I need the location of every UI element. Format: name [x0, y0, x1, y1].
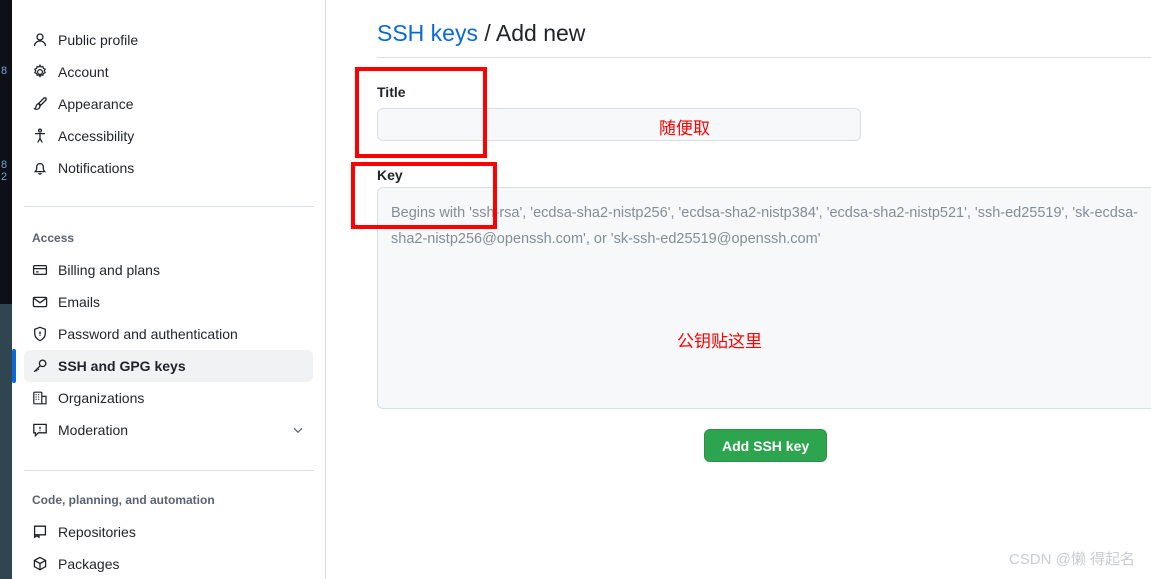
sidebar-item-notifications[interactable]: Notifications [24, 152, 313, 184]
csdn-watermark: CSDN @懒 得起名 [1008, 551, 1135, 568]
strip-glyph-3: 2 [1, 172, 8, 183]
title-input[interactable] [377, 108, 861, 141]
organization-icon [32, 390, 48, 406]
sidebar-item-label: Public profile [58, 32, 139, 48]
repo-icon [32, 524, 48, 540]
sidebar-item-moderation[interactable]: Moderation [24, 414, 313, 446]
paintbrush-icon [32, 96, 48, 112]
package-icon [32, 556, 48, 572]
settings-sidebar: Public profile Account Appearance Access… [12, 0, 326, 579]
strip-glyph-2: 8 [1, 160, 8, 171]
key-placeholder-text: Begins with 'ssh-rsa', 'ecdsa-sha2-nistp… [391, 200, 1151, 252]
sidebar-item-billing-and-plans[interactable]: Billing and plans [24, 254, 313, 286]
key-textarea[interactable]: Begins with 'ssh-rsa', 'ecdsa-sha2-nistp… [377, 187, 1151, 409]
sidebar-group-access: Access Billing and plans Emails Password… [12, 216, 325, 446]
person-icon [32, 32, 48, 48]
strip-glyph-1: 8 [1, 66, 8, 77]
accessibility-icon [32, 128, 48, 144]
sidebar-item-account[interactable]: Account [24, 56, 313, 88]
sidebar-divider-2 [24, 470, 314, 471]
left-browser-strip-lower [0, 304, 12, 579]
sidebar-item-label: Notifications [58, 160, 135, 176]
mail-icon [32, 294, 48, 310]
sidebar-item-label: Appearance [58, 96, 134, 112]
key-field-label: Key [377, 167, 403, 183]
bell-icon [32, 160, 48, 176]
ssh-keys-link[interactable]: SSH keys [377, 20, 478, 46]
sidebar-item-label: Account [58, 64, 109, 80]
sidebar-item-emails[interactable]: Emails [24, 286, 313, 318]
credit-card-icon [32, 262, 48, 278]
page-title: SSH keys / Add new [377, 18, 585, 48]
title-current: Add new [495, 20, 586, 46]
title-field-label: Title [377, 84, 406, 100]
sidebar-group-code: Code, planning, and automation Repositor… [12, 478, 325, 579]
sidebar-item-label: Moderation [58, 422, 129, 438]
title-divider [377, 57, 1151, 58]
sidebar-item-label: Repositories [58, 524, 136, 540]
key-placeholder-line1: Begins with 'ssh-rsa', 'ecdsa-sha2-nistp… [391, 205, 1138, 221]
screenshot-root: 8 8 2 Public profile Account Appearance … [0, 0, 1151, 579]
sidebar-item-label: Password and authentication [58, 326, 238, 342]
chevron-down-icon[interactable] [291, 423, 305, 437]
sidebar-item-label: Accessibility [58, 128, 135, 144]
shield-lock-icon [32, 326, 48, 342]
title-separator: / [477, 20, 496, 46]
sidebar-item-label: Billing and plans [58, 262, 160, 278]
sidebar-item-organizations[interactable]: Organizations [24, 382, 313, 414]
sidebar-item-appearance[interactable]: Appearance [24, 88, 313, 120]
add-ssh-key-button[interactable]: Add SSH key [704, 429, 828, 462]
sidebar-heading-access: Access [32, 231, 75, 245]
sidebar-heading-code-planning-automation: Code, planning, and automation [32, 493, 215, 507]
sidebar-item-ssh-and-gpg-keys[interactable]: SSH and GPG keys [12, 349, 313, 383]
sidebar-divider-1 [24, 206, 314, 207]
sidebar-item-repositories[interactable]: Repositories [24, 516, 313, 548]
sidebar-item-accessibility[interactable]: Accessibility [24, 120, 313, 152]
sidebar-item-label: Organizations [58, 390, 145, 406]
sidebar-item-password-and-authentication[interactable]: Password and authentication [24, 318, 313, 350]
gear-icon [32, 64, 48, 80]
main-content: SSH keys / Add new Title Key Begins with… [327, 0, 1151, 579]
sidebar-group-general: Public profile Account Appearance Access… [12, 24, 325, 184]
sidebar-item-label: Packages [58, 556, 120, 572]
key-placeholder-line2: sha2-nistp256@openssh.com', or 'sk-ssh-e… [391, 231, 821, 247]
key-icon [32, 358, 48, 374]
sidebar-item-label: Emails [58, 294, 101, 310]
sidebar-item-packages[interactable]: Packages [24, 548, 313, 579]
report-icon [32, 422, 48, 438]
sidebar-item-label: SSH and GPG keys [58, 358, 186, 374]
sidebar-item-public-profile[interactable]: Public profile [24, 24, 313, 56]
